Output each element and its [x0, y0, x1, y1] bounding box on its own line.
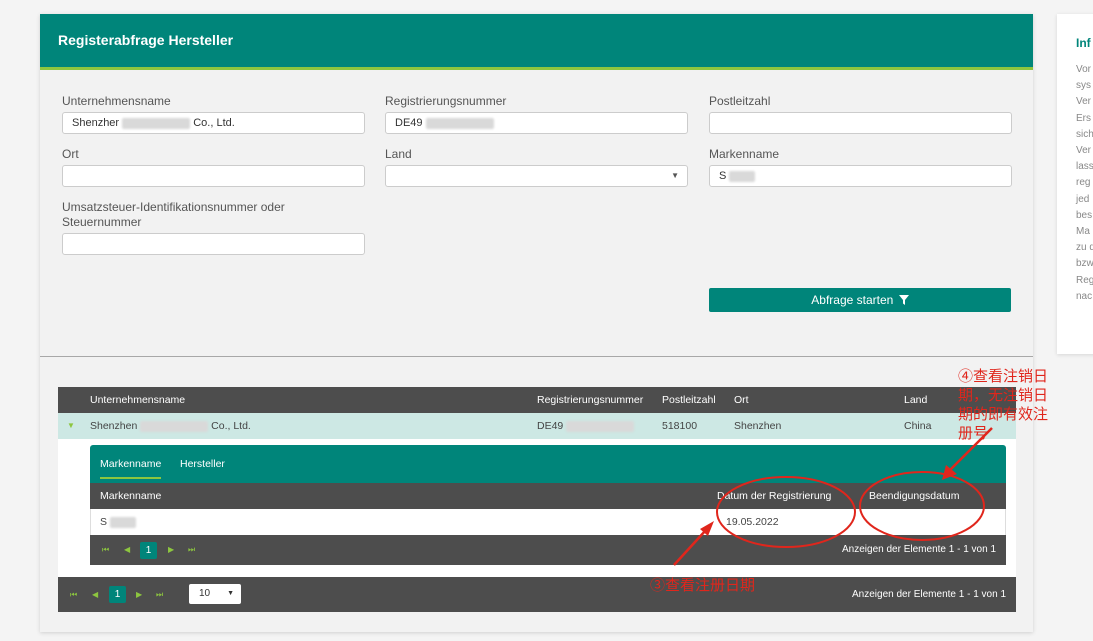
annotation-reg-date-note: ③查看注册日期: [650, 577, 756, 594]
annotation-line: 期，无注销日: [958, 387, 1049, 404]
reg-date-highlight-ellipse: [716, 476, 856, 548]
arrow-line: [673, 529, 707, 566]
annotation-end-date-note: ④查看注销日 期，无注销日 期的即有效注 册号: [958, 367, 1048, 443]
annotation-line: 期的即有效注: [958, 406, 1049, 423]
end-date-highlight-ellipse: [859, 471, 985, 541]
annotation-line: ④查看注销日: [958, 368, 1049, 385]
annotation-line: 册号: [958, 425, 989, 442]
annotation-overlay: [673, 427, 993, 566]
